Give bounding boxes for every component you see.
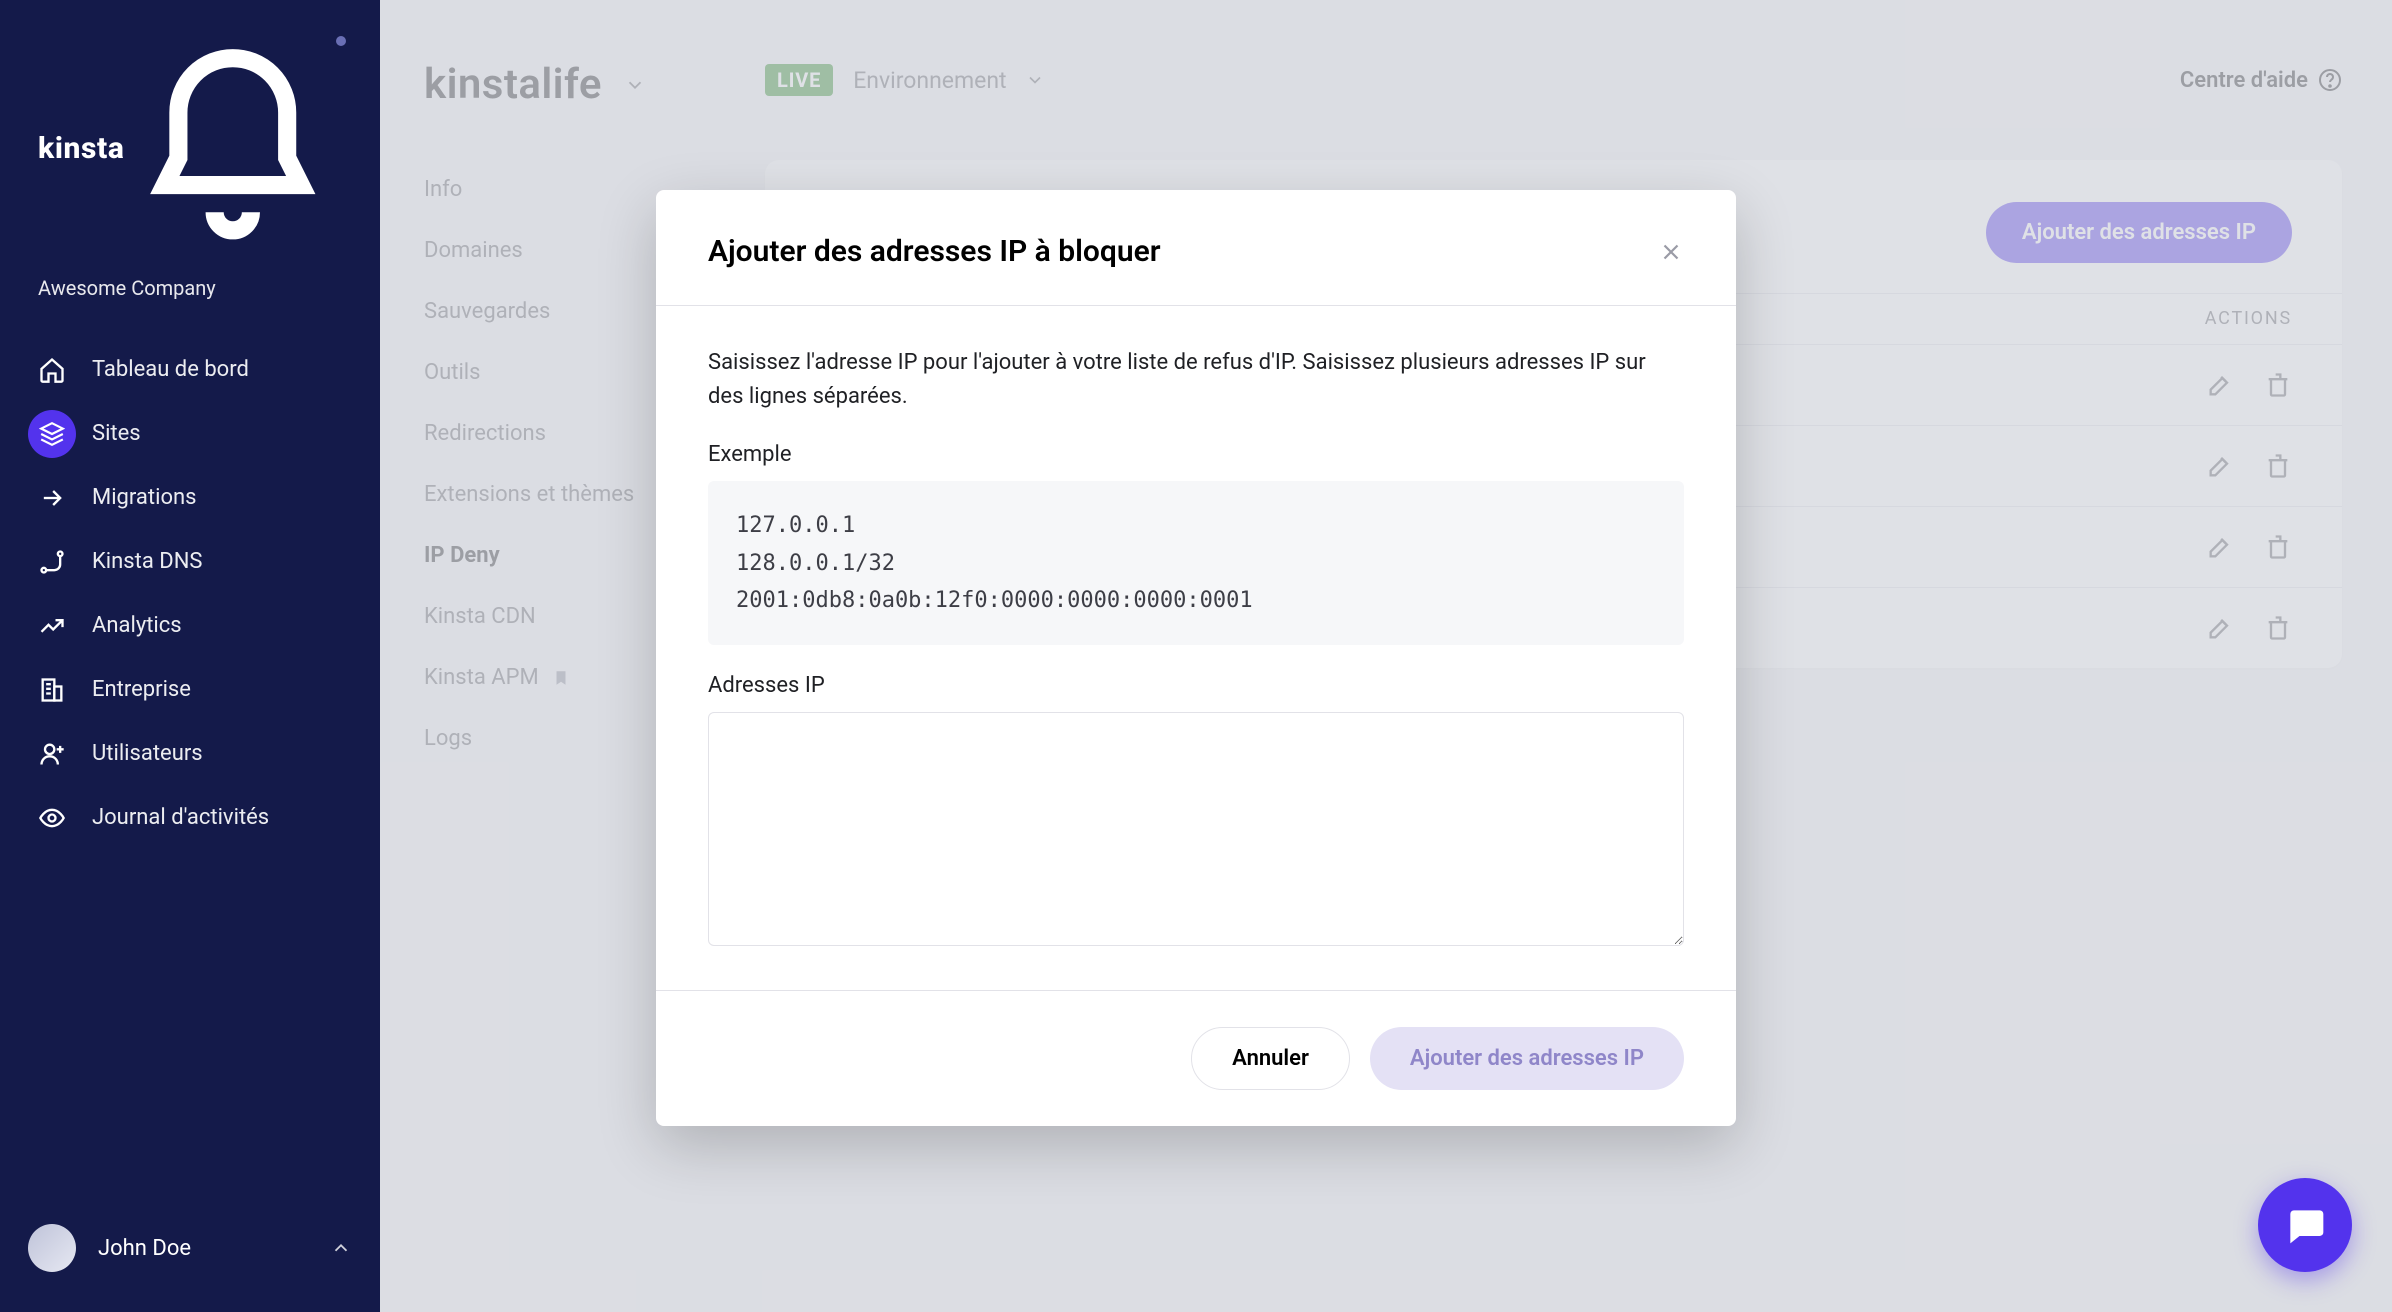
modal-title: Ajouter des adresses IP à bloquer (708, 234, 1161, 269)
arrow-right-icon (38, 484, 66, 512)
ip-field-label: Adresses IP (708, 673, 1684, 698)
nav-label: Analytics (92, 613, 182, 638)
chat-fab[interactable] (2258, 1178, 2352, 1272)
sidebar-item-dashboard[interactable]: Tableau de bord (18, 340, 362, 400)
submit-button[interactable]: Ajouter des adresses IP (1370, 1027, 1684, 1090)
nav-label: Kinsta DNS (92, 549, 202, 574)
nav-label: Tableau de bord (92, 357, 249, 382)
eye-icon (38, 804, 66, 832)
active-icon-wrap (28, 410, 76, 458)
trend-up-icon (38, 612, 66, 640)
sidebar-item-analytics[interactable]: Analytics (18, 596, 362, 656)
add-ip-modal: Ajouter des adresses IP à bloquer Saisis… (656, 190, 1736, 1126)
sidebar-item-sites[interactable]: Sites (18, 404, 362, 464)
sidebar-item-company[interactable]: Entreprise (18, 660, 362, 720)
company-name[interactable]: Awesome Company (0, 276, 380, 340)
brand-text: kinsta (38, 131, 124, 166)
sidebar-item-dns[interactable]: Kinsta DNS (18, 532, 362, 592)
brand-logo[interactable]: kinsta (38, 131, 124, 166)
nav-label: Migrations (92, 485, 197, 510)
modal-description: Saisissez l'adresse IP pour l'ajouter à … (708, 346, 1684, 414)
sidebar: kinsta Awesome Company Tableau de bord S… (0, 0, 380, 1312)
sidebar-footer[interactable]: John Doe (0, 1224, 380, 1272)
sidebar-item-migrations[interactable]: Migrations (18, 468, 362, 528)
layers-icon (39, 421, 65, 447)
user-plus-icon (38, 740, 66, 768)
building-icon (38, 676, 66, 704)
nav-label: Entreprise (92, 677, 191, 702)
nav-label: Sites (92, 421, 141, 446)
avatar (28, 1224, 76, 1272)
sidebar-item-users[interactable]: Utilisateurs (18, 724, 362, 784)
user-name: John Doe (98, 1236, 191, 1261)
main-nav: Tableau de bord Sites Migrations Kinsta … (0, 340, 380, 848)
nav-label: Utilisateurs (92, 741, 203, 766)
route-icon (38, 548, 66, 576)
notifications-bell-icon[interactable] (124, 40, 342, 258)
cancel-button[interactable]: Annuler (1191, 1027, 1350, 1090)
notification-dot (336, 36, 346, 46)
ip-addresses-input[interactable] (708, 712, 1684, 946)
example-box: 127.0.0.1 128.0.0.1/32 2001:0db8:0a0b:12… (708, 481, 1684, 645)
example-label: Exemple (708, 442, 1684, 467)
chevron-up-icon (330, 1237, 352, 1259)
sidebar-item-activity[interactable]: Journal d'activités (18, 788, 362, 848)
home-icon (38, 356, 66, 384)
nav-label: Journal d'activités (92, 805, 269, 830)
chat-icon (2283, 1203, 2327, 1247)
close-icon[interactable] (1658, 239, 1684, 265)
